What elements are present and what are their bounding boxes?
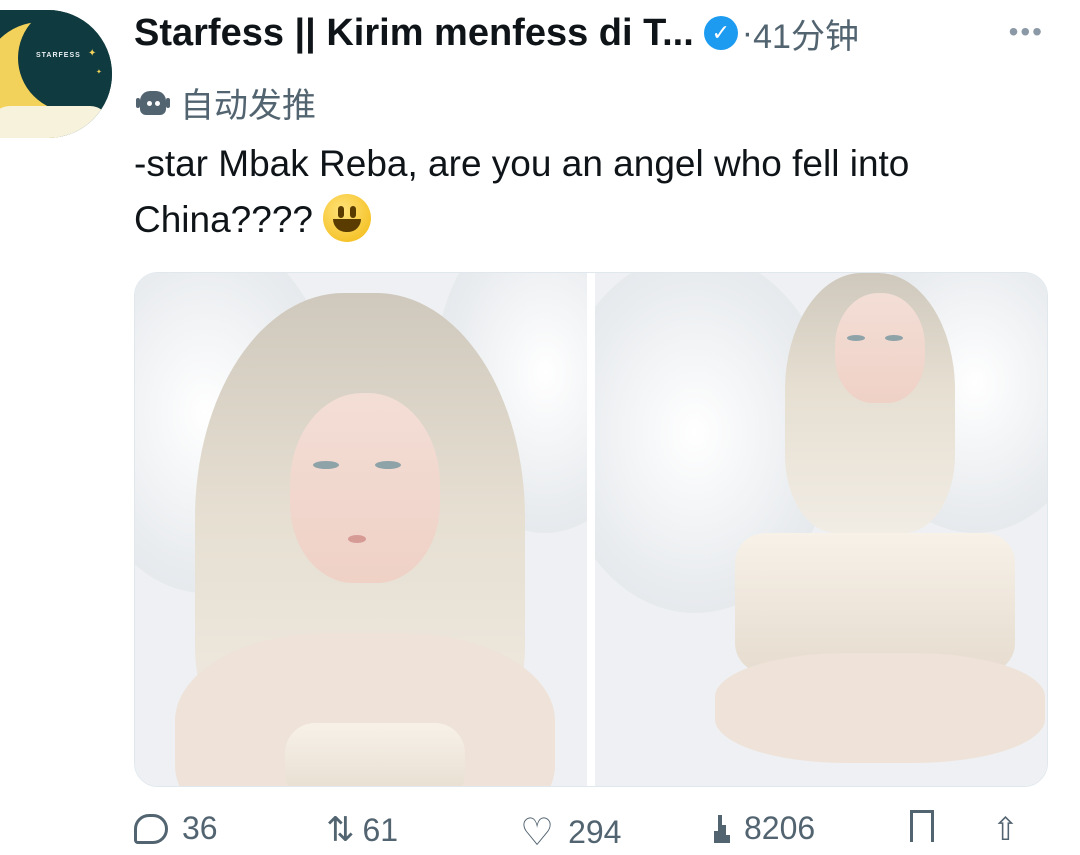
retweet-button[interactable]: ⇅ 61 xyxy=(326,810,398,850)
retweet-count: 61 xyxy=(362,811,399,848)
retweet-icon: ⇅ xyxy=(326,811,354,849)
bookmark-icon xyxy=(910,810,934,842)
share-icon: ⇧ xyxy=(992,811,1019,847)
automated-label: 自动发推 xyxy=(180,87,316,125)
reply-icon xyxy=(134,813,168,844)
reply-button[interactable]: 36 xyxy=(134,810,218,847)
like-button[interactable]: ♡ 294 xyxy=(520,810,621,855)
share-button[interactable]: ⇧ xyxy=(992,810,1033,848)
smiley-emoji-icon xyxy=(322,194,371,242)
star-icon: ✦ xyxy=(88,48,97,59)
tweet-time[interactable]: 41分钟 xyxy=(753,9,859,58)
tweet-header: Starfess || Kirim menfess di T... ✓ · 41… xyxy=(134,8,1080,58)
photo-angel-kneeling[interactable] xyxy=(595,273,1047,786)
more-options-icon[interactable]: ••• xyxy=(1009,16,1044,48)
tweet-action-bar: 36 ⇅ 61 ♡ 294 8206 ⇧ xyxy=(134,806,1040,854)
display-name[interactable]: Starfess || Kirim menfess di T... xyxy=(134,12,694,55)
verified-badge-icon[interactable]: ✓ xyxy=(703,16,738,50)
star-icon: ✦ xyxy=(96,69,102,76)
heart-icon: ♡ xyxy=(520,812,555,854)
bot-icon xyxy=(136,88,170,118)
account-avatar[interactable]: STARFESS ✦ ✦ xyxy=(0,10,112,138)
bookmark-button[interactable] xyxy=(910,810,948,842)
views-button[interactable]: 8206 xyxy=(714,810,815,847)
separator-dot: · xyxy=(741,13,754,52)
photo-angel-portrait[interactable] xyxy=(135,273,587,786)
views-icon xyxy=(714,814,730,844)
tweet-media-grid xyxy=(134,272,1048,787)
reply-count: 36 xyxy=(182,810,218,846)
views-count: 8206 xyxy=(744,810,816,846)
automated-label-row: 自动发推 xyxy=(136,78,316,127)
avatar-brand-text: STARFESS xyxy=(36,52,81,59)
tweet-text: -star Mbak Reba, are you an angel who fe… xyxy=(134,136,1054,248)
tweet-text-body: -star Mbak Reba, are you an angel who fe… xyxy=(134,143,910,240)
like-count: 294 xyxy=(568,814,622,850)
